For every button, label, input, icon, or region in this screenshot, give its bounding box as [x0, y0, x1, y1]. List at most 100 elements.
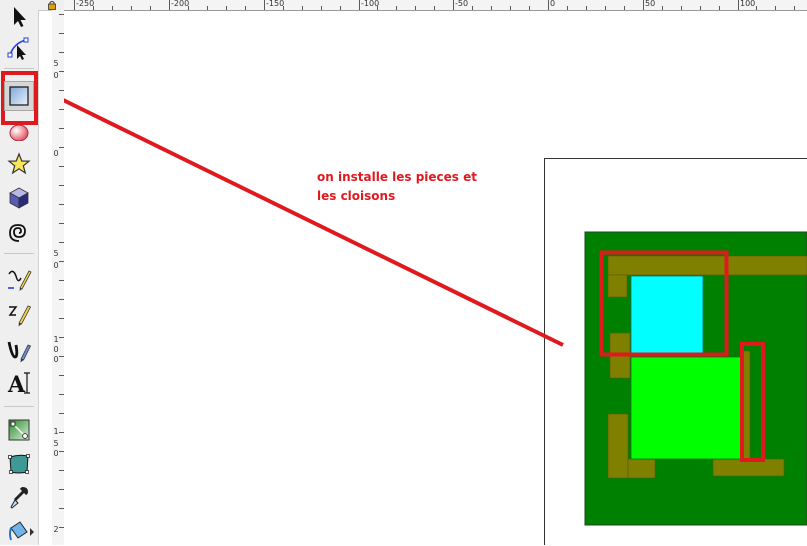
pencil-tool-button[interactable] — [4, 264, 34, 294]
ruler-label: 5 — [52, 60, 60, 67]
rectangle-tool-button[interactable] — [4, 81, 34, 111]
gradient-icon — [7, 418, 31, 442]
ruler-tick — [662, 6, 663, 10]
lock-icon[interactable] — [47, 0, 57, 10]
ruler-tick — [775, 6, 776, 10]
selector-tool-button[interactable] — [4, 2, 34, 32]
ruler-tick — [340, 6, 341, 10]
ruler-label: 5 — [52, 250, 60, 257]
ruler-tick — [586, 6, 587, 10]
ruler-label: 1 — [52, 428, 60, 435]
ruler-tick — [359, 0, 360, 10]
ruler-label: 0 — [52, 262, 60, 269]
rectangle-icon — [8, 85, 30, 107]
ruler-tick — [302, 6, 303, 10]
ruler-tick — [453, 0, 454, 10]
partition-wall-vertical[interactable] — [743, 351, 750, 459]
dropper-tool-button[interactable] — [4, 483, 34, 513]
ruler-label: 50 — [645, 0, 655, 8]
ruler-tick — [643, 0, 644, 10]
ruler-tick — [321, 6, 322, 10]
ruler-label: 1 — [52, 336, 60, 343]
ruler-tick — [700, 6, 701, 10]
ruler-label: 2 — [52, 526, 60, 533]
text-icon: A — [6, 370, 32, 396]
ruler-tick — [472, 6, 473, 10]
ruler-tick — [756, 6, 757, 10]
ruler-label: 100 — [740, 0, 755, 8]
ruler-tick — [548, 0, 549, 10]
dropper-icon — [7, 485, 31, 511]
ruler-tick — [169, 0, 170, 10]
ruler-tick — [264, 0, 265, 10]
text-tool-button[interactable]: A — [4, 368, 34, 398]
ruler-tick — [794, 6, 795, 10]
ellipse-tool-button[interactable] — [4, 115, 34, 145]
mesh-icon — [7, 452, 31, 476]
wall-left-lower[interactable] — [608, 414, 628, 478]
ruler-tick — [719, 6, 720, 10]
ruler-label: 0 — [52, 356, 60, 363]
gradient-tool-button[interactable] — [4, 415, 34, 445]
ruler-label: 0 — [52, 72, 60, 79]
ruler-tick — [150, 6, 151, 10]
ruler-tick — [738, 0, 739, 10]
ruler-tick — [415, 6, 416, 10]
paint-bucket-icon — [7, 518, 31, 544]
spiral-tool-button[interactable] — [4, 218, 34, 248]
pen-icon — [6, 301, 32, 327]
3d-box-tool-button[interactable] — [4, 183, 34, 213]
wall-bottom-left[interactable] — [628, 459, 655, 478]
ruler-label: 5 — [52, 440, 60, 447]
pen-tool-button[interactable] — [4, 299, 34, 329]
star-icon — [7, 152, 31, 176]
room-cyan[interactable] — [631, 276, 703, 354]
ruler-tick — [131, 6, 132, 10]
ruler-label: 0 — [52, 450, 60, 457]
ruler-tick — [396, 6, 397, 10]
ruler-tick — [624, 6, 625, 10]
ruler-tick — [529, 6, 530, 10]
ruler-label: 0 — [550, 0, 555, 8]
ruler-tick — [681, 6, 682, 10]
mesh-tool-button[interactable] — [4, 449, 34, 479]
ruler-label: 0 — [52, 346, 60, 353]
ellipse-icon — [8, 119, 30, 141]
calligraphy-tool-button[interactable] — [4, 335, 34, 365]
horizontal-ruler: -250 -200 -150 -100 -50 0 50 100 — [64, 0, 807, 11]
pencil-icon — [6, 266, 32, 292]
annotation-pointer-line — [64, 98, 563, 345]
annotation-line-1: on installe les pieces et — [317, 168, 477, 187]
3d-box-icon — [8, 186, 30, 210]
wall-top[interactable] — [608, 256, 807, 275]
ruler-label: -50 — [455, 0, 468, 8]
arrow-cursor-icon — [8, 5, 30, 29]
wall-left-upper[interactable] — [608, 275, 627, 297]
drawing-canvas[interactable]: on installe les pieces et les cloisons — [64, 11, 807, 545]
ruler-label: -150 — [266, 0, 284, 8]
ruler-tick — [510, 6, 511, 10]
node-tool-button[interactable] — [4, 33, 34, 63]
ruler-label: -100 — [361, 0, 379, 8]
star-tool-button[interactable] — [4, 149, 34, 179]
ruler-tick — [434, 6, 435, 10]
annotation-line-2: les cloisons — [317, 187, 477, 206]
room-green[interactable] — [631, 357, 741, 459]
ruler-tick — [226, 6, 227, 10]
text-tool-glyph: A — [7, 372, 26, 396]
ruler-tick — [245, 6, 246, 10]
ruler-label: 0 — [52, 150, 60, 157]
calligraphy-icon — [6, 337, 32, 363]
ruler-tick — [491, 6, 492, 10]
ruler-label: -250 — [76, 0, 94, 8]
tool-palette: A — [0, 0, 39, 545]
toolbar-overflow-arrow-icon[interactable] — [30, 528, 34, 536]
node-edit-icon — [6, 35, 32, 61]
spiral-icon — [7, 221, 31, 245]
annotation-text: on installe les pieces et les cloisons — [317, 168, 477, 206]
ruler-tick — [74, 0, 75, 10]
ruler-tick — [207, 6, 208, 10]
ruler-tick — [567, 6, 568, 10]
ruler-label: -200 — [171, 0, 189, 8]
ruler-tick — [605, 6, 606, 10]
